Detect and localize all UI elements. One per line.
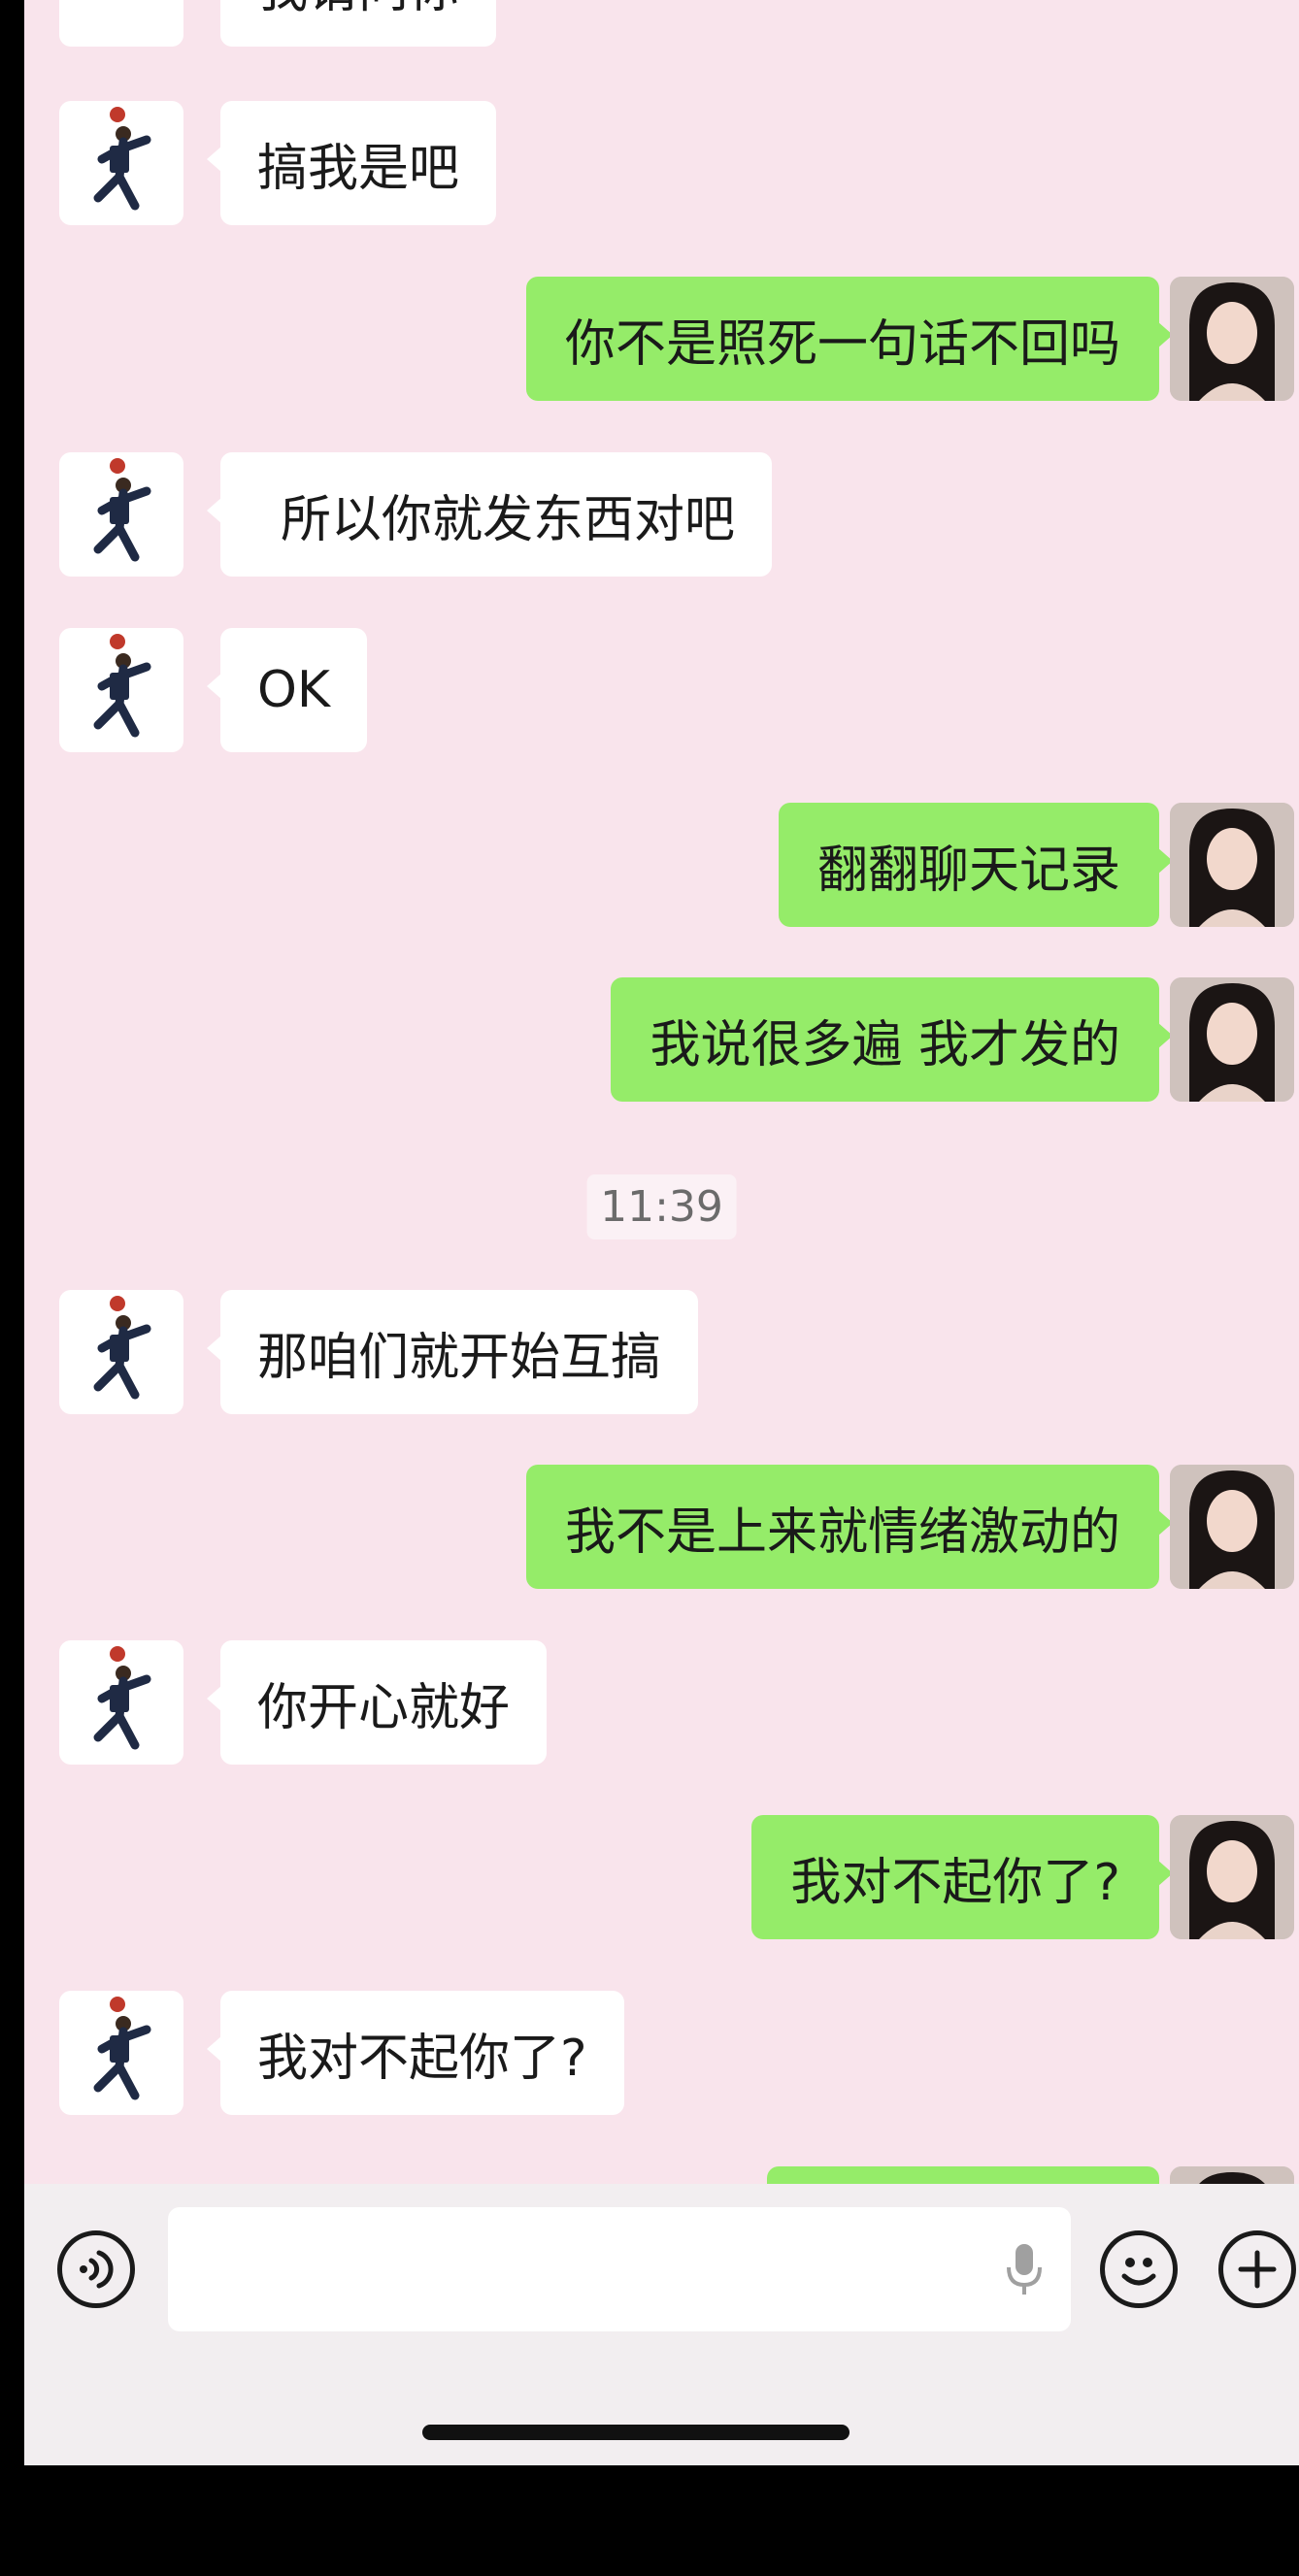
basketball-player-avatar-icon xyxy=(93,1296,151,1400)
received-message-bubble[interactable]: 所以你就发东西对吧 xyxy=(206,452,773,577)
message-text: OK xyxy=(257,661,331,719)
woman-portrait-avatar-icon xyxy=(1170,803,1294,927)
message-text: 我请问你 xyxy=(257,0,459,21)
message-row: 我说很多遍 我才发的 xyxy=(24,977,1299,1104)
woman-portrait-avatar-icon xyxy=(1170,277,1294,401)
woman-portrait-avatar-icon xyxy=(1170,977,1294,1102)
user-avatar[interactable] xyxy=(1170,277,1294,401)
message-text: 你不是照死一句话不回吗 xyxy=(564,314,1120,374)
received-message-bubble[interactable]: 你开心就好 xyxy=(206,1640,548,1765)
message-row: 你开心就好 xyxy=(24,1640,1299,1767)
message-text: 翻翻聊天记录 xyxy=(816,841,1120,900)
message-input[interactable] xyxy=(168,2207,1071,2331)
plus-button[interactable] xyxy=(1218,2230,1296,2308)
message-row: 你不是照死一句话不回吗 xyxy=(24,277,1299,403)
message-row: 搞我是吧 xyxy=(24,101,1299,227)
message-row: 我请问你 xyxy=(24,0,1299,49)
basketball-player-avatar-icon xyxy=(93,1646,151,1750)
basketball-player-avatar-icon xyxy=(93,458,151,562)
message-row: 我不是上来就情绪激动的 xyxy=(24,1465,1299,1591)
message-row: OK xyxy=(24,628,1299,754)
message-row: 那咱们就开始互搞 xyxy=(24,1290,1299,1416)
message-row: 我对不起你了? xyxy=(24,1991,1299,2117)
message-text: 我不是上来就情绪激动的 xyxy=(564,1503,1120,1562)
message-text: 我对不起你了? xyxy=(257,2029,587,2088)
chat-screen: 我请问你 搞我是吧 你不是照死一句话不回吗 xyxy=(24,0,1299,2465)
received-message-bubble[interactable]: 我请问你 xyxy=(220,0,497,47)
sent-message-bubble[interactable]: 我对不起你了? xyxy=(751,1815,1173,1939)
received-message-bubble[interactable]: 搞我是吧 xyxy=(206,101,497,225)
received-message-bubble[interactable]: 我对不起你了? xyxy=(207,1991,624,2115)
sent-message-bubble[interactable]: 我不是上来就情绪激动的 xyxy=(525,1465,1174,1589)
contact-avatar[interactable] xyxy=(59,101,183,225)
user-avatar[interactable] xyxy=(1170,1465,1294,1589)
message-text: 搞我是吧 xyxy=(257,139,460,198)
contact-avatar[interactable] xyxy=(59,1640,183,1765)
emoji-icon xyxy=(1121,2258,1156,2286)
woman-portrait-avatar-icon xyxy=(1170,1465,1294,1589)
chat-input-bar xyxy=(24,2184,1299,2465)
contact-avatar[interactable] xyxy=(59,628,183,752)
woman-portrait-avatar-icon xyxy=(1170,1815,1294,1939)
message-text: 那咱们就开始互搞 xyxy=(257,1328,662,1387)
basketball-player-avatar-icon xyxy=(93,634,151,738)
emoji-button[interactable] xyxy=(1100,2230,1178,2308)
user-avatar[interactable] xyxy=(1170,1815,1294,1939)
basketball-player-avatar-icon xyxy=(93,1997,151,2100)
voice-toggle-icon xyxy=(80,2250,114,2289)
message-text: 所以你就发东西对吧 xyxy=(281,490,736,549)
contact-avatar[interactable] xyxy=(59,1991,183,2115)
sent-message-bubble[interactable]: 翻翻聊天记录 xyxy=(778,803,1174,927)
plus-icon xyxy=(1238,2250,1277,2289)
message-row: 所以你就发东西对吧 xyxy=(24,452,1299,578)
user-avatar[interactable] xyxy=(1170,977,1294,1102)
voice-toggle-button[interactable] xyxy=(57,2230,135,2308)
user-avatar[interactable] xyxy=(1170,803,1294,927)
contact-avatar[interactable] xyxy=(59,1290,183,1414)
received-message-bubble[interactable]: OK xyxy=(206,628,368,752)
message-text: 我说很多遍 我才发的 xyxy=(650,1015,1120,1074)
basketball-player-avatar-icon xyxy=(93,107,151,211)
sent-message-bubble[interactable]: 你不是照死一句话不回吗 xyxy=(525,277,1174,401)
contact-avatar[interactable] xyxy=(59,452,183,577)
received-message-bubble[interactable]: 那咱们就开始互搞 xyxy=(206,1290,699,1414)
microphone-icon[interactable] xyxy=(1003,2240,1046,2298)
contact-avatar[interactable] xyxy=(59,0,183,47)
message-text: 你开心就好 xyxy=(257,1678,511,1737)
message-row: 我对不起你了? xyxy=(24,1815,1299,1941)
message-timestamp: 11:39 xyxy=(586,1174,737,1239)
sent-message-bubble[interactable]: 我说很多遍 我才发的 xyxy=(611,977,1173,1102)
home-indicator[interactable] xyxy=(422,2425,849,2440)
message-text: 我对不起你了? xyxy=(790,1853,1120,1912)
message-row: 翻翻聊天记录 xyxy=(24,803,1299,929)
